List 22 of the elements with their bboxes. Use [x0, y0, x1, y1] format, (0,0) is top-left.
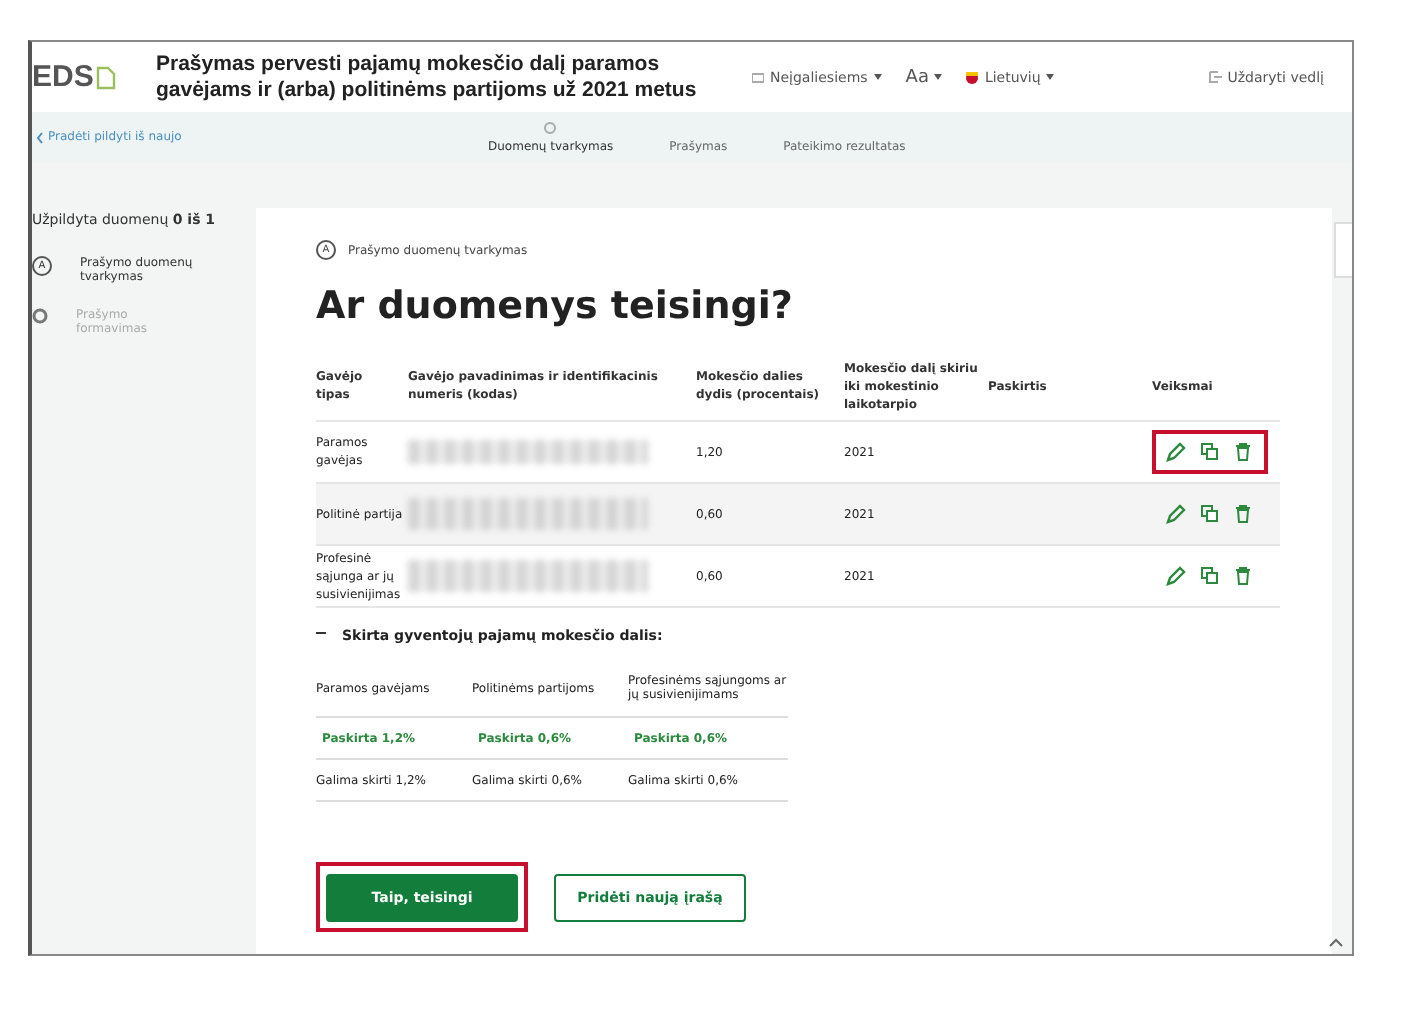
dropdown-menu[interactable]: Aa: [905, 67, 943, 87]
logo: EDS: [32, 60, 140, 94]
pencil-icon[interactable]: [1166, 442, 1186, 462]
pencil-icon[interactable]: [1166, 566, 1186, 586]
page-heading: Ar duomenys teisingi?: [316, 284, 795, 328]
trash-icon[interactable]: [1234, 566, 1254, 586]
copy-icon[interactable]: [1200, 442, 1220, 462]
document-icon: [95, 65, 116, 89]
page-title: Prašymas pervesti pajamų mokesčio dalį paramos gavėjams ir (arba) politinėms partijoms už 2021 metus: [156, 51, 699, 103]
trash-icon[interactable]: [1234, 442, 1254, 462]
copy-icon[interactable]: [1200, 566, 1220, 586]
caret-icon: [934, 72, 943, 82]
caret-icon: [1046, 72, 1055, 82]
pencil-icon[interactable]: [1166, 504, 1186, 524]
trash-icon[interactable]: [1234, 504, 1254, 524]
scroll-up-icon[interactable]: [1328, 936, 1344, 948]
flag-icon: [966, 71, 979, 83]
caret-icon: [873, 72, 882, 82]
copy-icon[interactable]: [1200, 504, 1220, 524]
exit-icon: [1207, 70, 1222, 84]
collapse-icon[interactable]: [316, 628, 326, 638]
chevron-left-icon: [36, 131, 44, 143]
